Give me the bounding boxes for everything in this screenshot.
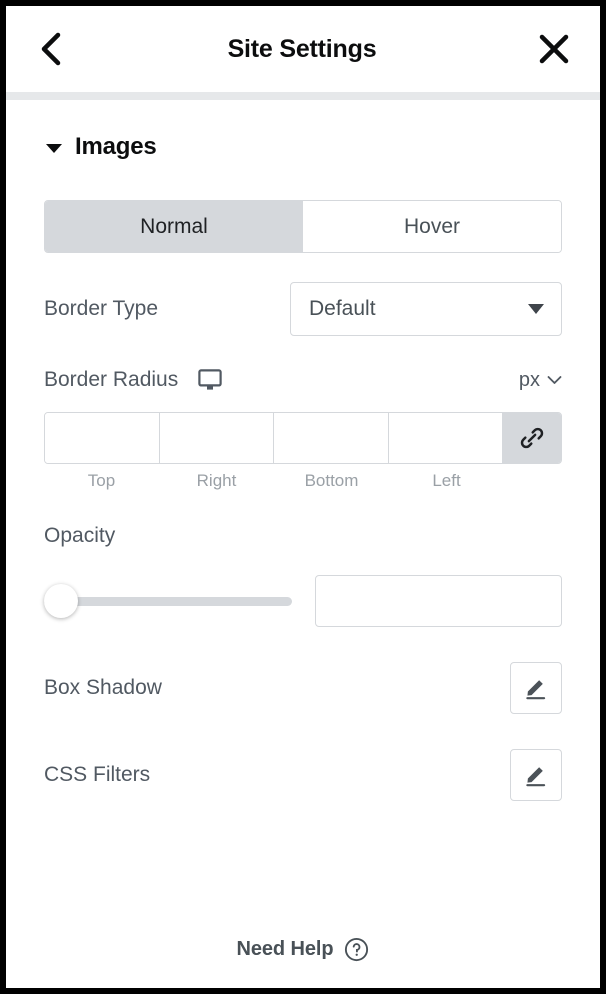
label-spacer bbox=[504, 471, 562, 491]
unit-selector[interactable]: px bbox=[519, 369, 562, 392]
label-left: Left bbox=[432, 471, 461, 490]
border-radius-top-input[interactable] bbox=[45, 413, 160, 463]
border-type-value: Default bbox=[309, 297, 376, 320]
border-type-select[interactable]: Default bbox=[290, 282, 562, 336]
panel-header: Site Settings bbox=[6, 6, 600, 92]
border-radius-label: Border Radius bbox=[44, 368, 179, 391]
caret-down-icon bbox=[528, 304, 544, 314]
opacity-row bbox=[6, 575, 600, 627]
site-settings-panel: Site Settings Images Normal Hover Border… bbox=[6, 6, 600, 988]
border-radius-right-input[interactable] bbox=[159, 413, 274, 463]
border-type-row: Border Type Default bbox=[6, 282, 600, 336]
page-title: Site Settings bbox=[227, 34, 377, 63]
opacity-slider[interactable] bbox=[44, 583, 292, 619]
border-radius-left-input[interactable] bbox=[388, 413, 503, 463]
css-filters-row: CSS Filters bbox=[6, 749, 600, 801]
close-button[interactable] bbox=[534, 29, 574, 69]
box-shadow-label: Box Shadow bbox=[44, 676, 162, 699]
section-title: Images bbox=[75, 133, 157, 160]
panel-body: Images Normal Hover Border Type Default … bbox=[6, 100, 600, 937]
border-type-label: Border Type bbox=[44, 297, 159, 320]
question-circle-icon bbox=[345, 937, 369, 962]
desktop-monitor-icon[interactable] bbox=[198, 369, 222, 391]
border-radius-inputs bbox=[44, 412, 562, 464]
need-help-label: Need Help bbox=[236, 938, 334, 960]
tab-hover[interactable]: Hover bbox=[303, 201, 561, 252]
close-icon bbox=[539, 34, 569, 64]
slider-handle[interactable] bbox=[44, 584, 78, 618]
slider-track bbox=[44, 596, 292, 606]
border-radius-side-labels: Top Right Bottom Left bbox=[44, 471, 562, 491]
unit-label: px bbox=[518, 368, 540, 391]
box-shadow-edit-button[interactable] bbox=[510, 662, 562, 714]
pencil-edit-icon bbox=[526, 767, 546, 787]
tab-normal[interactable]: Normal bbox=[45, 201, 303, 252]
border-radius-row: Border Radius px bbox=[6, 365, 600, 395]
images-section-toggle[interactable]: Images bbox=[6, 100, 600, 161]
css-filters-edit-button[interactable] bbox=[510, 749, 562, 801]
chevron-down-icon bbox=[547, 376, 562, 384]
css-filters-label: CSS Filters bbox=[44, 763, 151, 786]
link-chain-icon bbox=[520, 427, 544, 449]
opacity-value-input[interactable] bbox=[315, 575, 562, 627]
need-help-link[interactable]: Need Help bbox=[6, 937, 600, 988]
caret-down-icon bbox=[46, 144, 62, 153]
state-tabs: Normal Hover bbox=[44, 200, 562, 253]
chevron-left-icon bbox=[41, 32, 61, 66]
label-bottom: Bottom bbox=[304, 471, 359, 490]
box-shadow-row: Box Shadow bbox=[6, 662, 600, 714]
border-radius-bottom-input[interactable] bbox=[274, 413, 389, 463]
back-button[interactable] bbox=[30, 29, 70, 69]
label-top: Top bbox=[87, 471, 116, 490]
pencil-edit-icon bbox=[526, 680, 546, 700]
opacity-label: Opacity bbox=[44, 524, 116, 547]
label-right: Right bbox=[196, 471, 237, 490]
link-values-button[interactable] bbox=[503, 413, 561, 463]
border-radius-left-group: Border Radius bbox=[44, 368, 222, 392]
header-divider bbox=[6, 92, 600, 100]
